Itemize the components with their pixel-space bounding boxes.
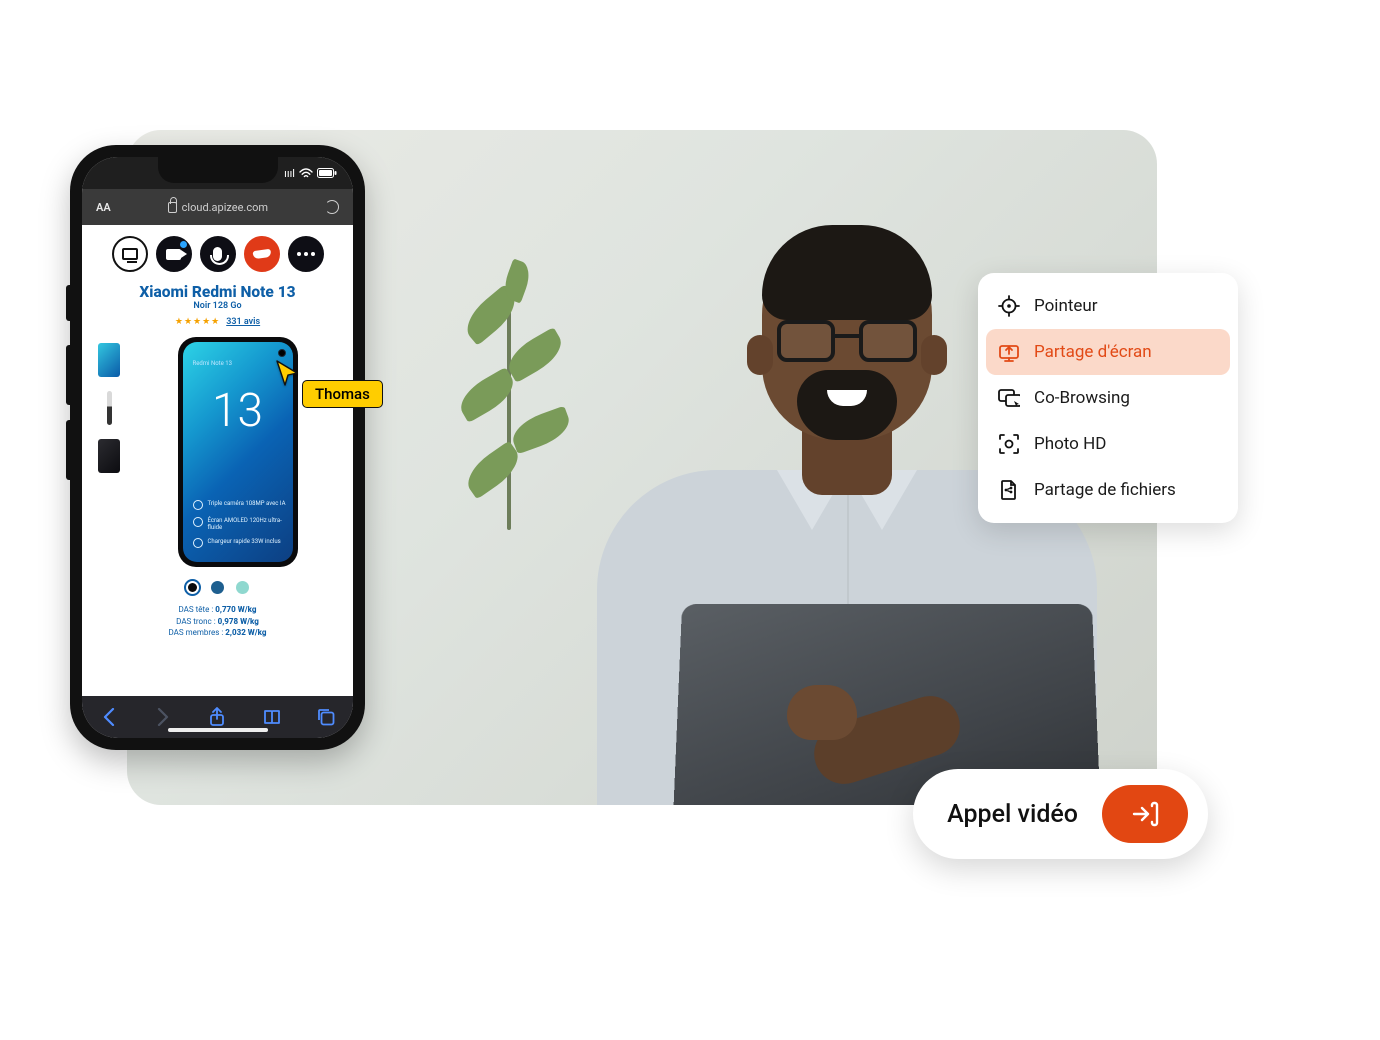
nav-share-icon[interactable] bbox=[207, 707, 227, 727]
nav-bookmarks-icon[interactable] bbox=[262, 707, 282, 727]
hangup-button[interactable] bbox=[244, 236, 280, 272]
screenshare-icon bbox=[998, 341, 1020, 363]
battery-icon bbox=[317, 168, 337, 178]
menu-item-label: Partage d'écran bbox=[1034, 342, 1152, 362]
address-bar[interactable]: AA cloud.apizee.com bbox=[82, 189, 353, 225]
enter-arrow-icon bbox=[1130, 801, 1160, 827]
more-button[interactable] bbox=[288, 236, 324, 272]
das-trunk-label: DAS tronc : bbox=[176, 617, 215, 626]
camera-button[interactable] bbox=[156, 236, 192, 272]
reload-icon[interactable] bbox=[325, 200, 339, 214]
lock-icon bbox=[168, 202, 177, 213]
nav-tabs-icon[interactable] bbox=[316, 707, 336, 727]
thumbnail-1[interactable] bbox=[98, 343, 120, 377]
remote-cursor-icon bbox=[274, 359, 300, 387]
url-display[interactable]: cloud.apizee.com bbox=[121, 201, 315, 214]
feature-1: Triple caméra 108MP avec IA bbox=[208, 500, 286, 507]
menu-item-label: Partage de fichiers bbox=[1034, 480, 1176, 500]
screenshare-button[interactable] bbox=[112, 236, 148, 272]
thumbnail-2[interactable] bbox=[107, 391, 112, 425]
das-limbs-value: 2,032 W/kg bbox=[225, 628, 266, 637]
image-big-label: 13 bbox=[183, 384, 293, 438]
feature-menu: Pointeur Partage d'écran Co-Browsing Pho… bbox=[978, 273, 1238, 523]
url-text: cloud.apizee.com bbox=[182, 201, 268, 214]
microphone-button[interactable] bbox=[200, 236, 236, 272]
phone-mockup: ıııl AA cloud.apizee.com Xiaomi Redmi No… bbox=[70, 145, 365, 750]
menu-item-fileshare[interactable]: Partage de fichiers bbox=[978, 467, 1238, 513]
das-info: DAS tête : 0,770 W/kg DAS tronc : 0,978 … bbox=[82, 604, 353, 639]
feature-2: Écran AMOLED 120Hz ultra-fluide bbox=[208, 517, 293, 531]
menu-item-cobrowsing[interactable]: Co-Browsing bbox=[978, 375, 1238, 421]
wifi-icon bbox=[299, 168, 313, 179]
text-size-button[interactable]: AA bbox=[96, 201, 111, 214]
product-image: Redmi Note 13 13 Triple caméra 108MP ave… bbox=[134, 337, 341, 567]
file-share-icon bbox=[998, 479, 1020, 501]
swatch-mint[interactable] bbox=[234, 579, 251, 596]
menu-item-label: Pointeur bbox=[1034, 296, 1098, 316]
nav-forward-icon[interactable] bbox=[153, 707, 173, 727]
image-mini-label: Redmi Note 13 bbox=[193, 360, 233, 367]
swatch-black[interactable] bbox=[184, 579, 201, 596]
video-call-card: Appel vidéo bbox=[913, 769, 1208, 859]
menu-item-label: Co-Browsing bbox=[1034, 388, 1130, 408]
reviews-link[interactable]: 331 avis bbox=[226, 317, 260, 327]
call-toolbar bbox=[82, 225, 353, 277]
camera-focus-icon bbox=[998, 433, 1020, 455]
menu-item-photohd[interactable]: Photo HD bbox=[978, 421, 1238, 467]
product-header: Xiaomi Redmi Note 13 Noir 128 Go ★★★★★ 3… bbox=[82, 277, 353, 329]
thumbnail-3[interactable] bbox=[98, 439, 120, 473]
home-indicator bbox=[168, 728, 268, 732]
thumbnail-list bbox=[94, 337, 124, 567]
phone-notch bbox=[158, 157, 278, 183]
das-head-value: 0,770 W/kg bbox=[215, 605, 256, 614]
cobrowse-icon bbox=[998, 387, 1020, 409]
menu-item-pointer[interactable]: Pointeur bbox=[978, 283, 1238, 329]
menu-item-screenshare[interactable]: Partage d'écran bbox=[986, 329, 1230, 375]
remote-cursor-label: Thomas bbox=[302, 380, 383, 408]
signal-icon: ıııl bbox=[284, 167, 295, 180]
crosshair-icon bbox=[998, 295, 1020, 317]
das-head-label: DAS tête : bbox=[179, 605, 214, 614]
start-call-button[interactable] bbox=[1102, 785, 1188, 843]
product-subtitle: Noir 128 Go bbox=[92, 301, 343, 311]
das-limbs-label: DAS membres : bbox=[168, 628, 223, 637]
feature-3: Chargeur rapide 33W inclus bbox=[208, 538, 281, 545]
color-swatches bbox=[82, 579, 353, 596]
video-call-label: Appel vidéo bbox=[947, 800, 1078, 829]
rating-stars-icon: ★★★★★ bbox=[175, 317, 220, 327]
nav-back-icon[interactable] bbox=[99, 707, 119, 727]
das-trunk-value: 0,978 W/kg bbox=[218, 617, 259, 626]
product-title: Xiaomi Redmi Note 13 bbox=[92, 283, 343, 301]
swatch-blue[interactable] bbox=[209, 579, 226, 596]
menu-item-label: Photo HD bbox=[1034, 434, 1106, 454]
